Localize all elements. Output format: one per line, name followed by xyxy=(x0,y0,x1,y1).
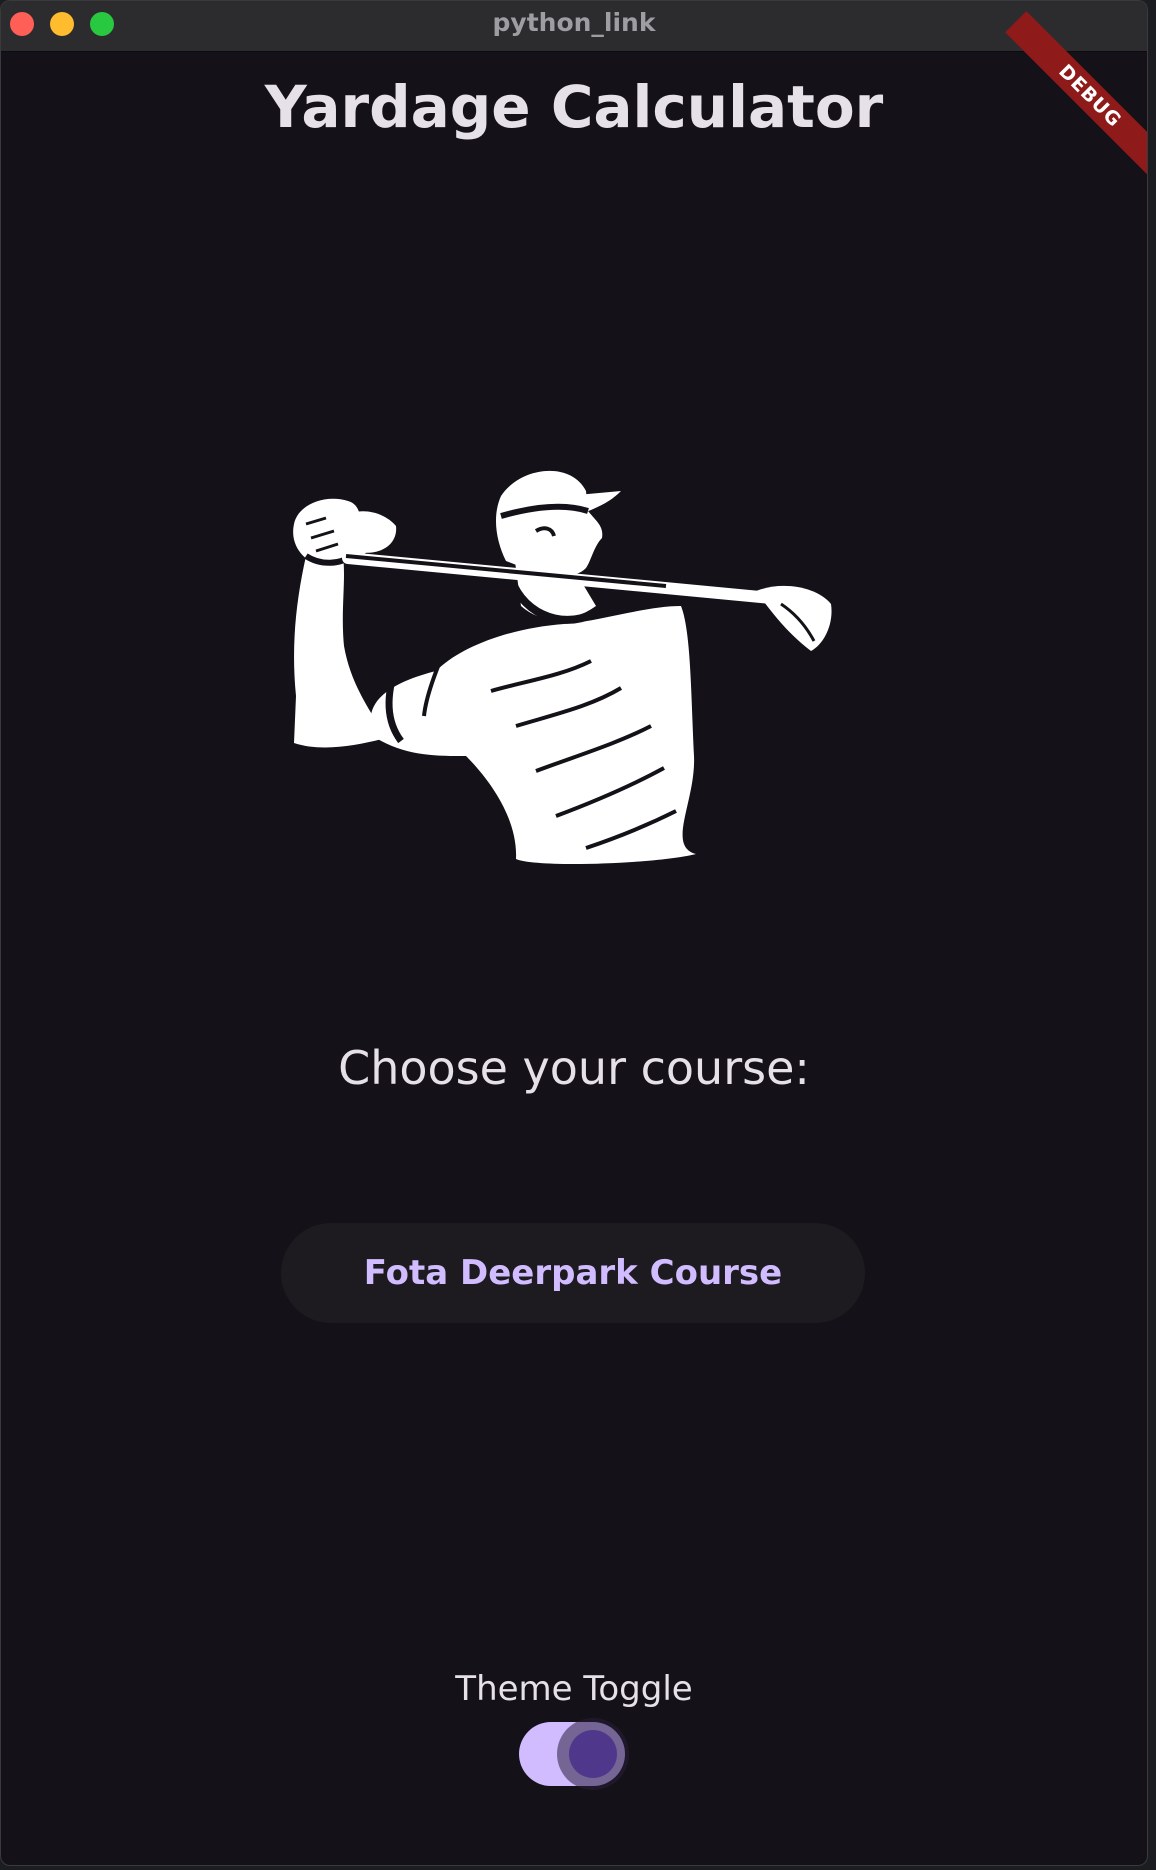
fota-deerpark-course-button[interactable]: Fota Deerpark Course xyxy=(281,1223,865,1323)
page-title: Yardage Calculator xyxy=(264,73,884,141)
toggle-thumb[interactable] xyxy=(569,1730,617,1778)
golfer-swing-icon xyxy=(293,470,832,865)
theme-toggle-switch[interactable] xyxy=(519,1718,629,1790)
course-prompt: Choose your course: xyxy=(338,1041,810,1095)
theme-toggle-label: Theme Toggle xyxy=(455,1669,693,1709)
title-bar[interactable]: python_link xyxy=(1,1,1147,52)
window-title: python_link xyxy=(492,8,656,37)
app-window: python_link DEBUG Yardage Calculator Cho… xyxy=(0,0,1148,1866)
